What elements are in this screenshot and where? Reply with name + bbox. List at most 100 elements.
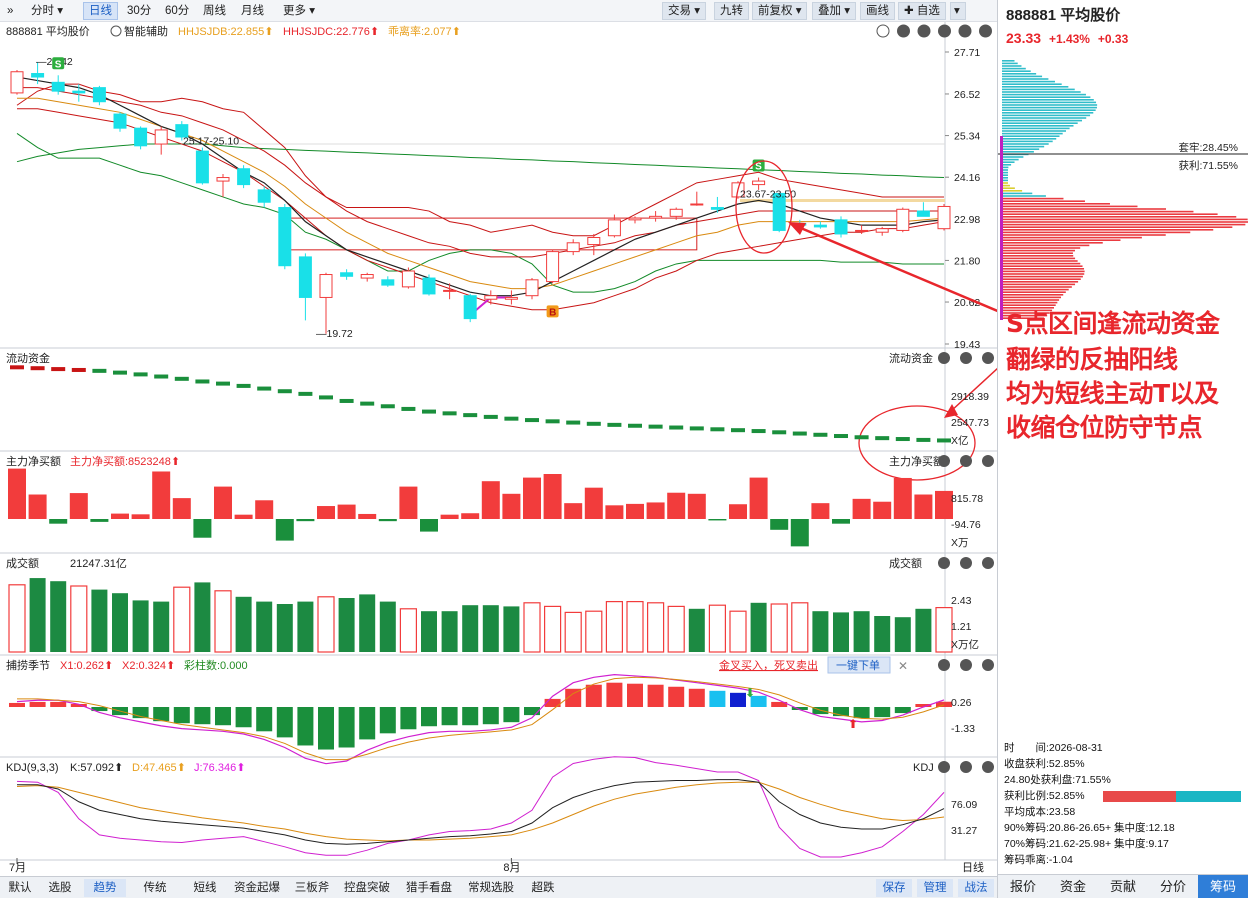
watchlist-button[interactable]: ✚ 自选 — [898, 2, 946, 20]
flow-segment — [133, 372, 148, 377]
strategy-tab-2[interactable]: 趋势 — [84, 879, 126, 897]
watchlist-dropdown-icon[interactable]: ▾ — [950, 2, 966, 20]
chip-row — [1002, 101, 1097, 104]
interval-daily[interactable]: 日线 — [83, 2, 118, 20]
panel-right-title: 流动资金 — [889, 351, 933, 365]
panel-help-icon[interactable] — [960, 659, 972, 671]
mainflow-bar — [543, 474, 562, 519]
close-icon[interactable] — [979, 24, 992, 38]
interval-60m[interactable]: 60分 — [160, 2, 194, 20]
capture-bar — [338, 707, 355, 748]
chip-row — [1002, 197, 1064, 200]
flow-segment — [751, 429, 766, 434]
flow-segment — [442, 411, 457, 416]
strategy-tab-4[interactable]: 短线 — [184, 879, 226, 897]
panel-close-icon[interactable] — [982, 761, 994, 773]
panel-settings-icon[interactable] — [938, 455, 950, 467]
capture-bar — [9, 702, 25, 707]
overlay-button[interactable]: 叠加 ▾ — [812, 2, 856, 20]
bottom-action-0[interactable]: 保存 — [876, 879, 912, 897]
right-tab-3[interactable]: 分价 — [1148, 875, 1198, 898]
chip-row — [1002, 221, 1248, 223]
kdj-legend-1: D:47.465⬆ — [132, 762, 186, 774]
right-tab-0[interactable]: 报价 — [998, 875, 1048, 898]
interval-weekly[interactable]: 周线 — [198, 2, 231, 20]
right-tab-1[interactable]: 资金 — [1048, 875, 1098, 898]
strategy-tab-6[interactable]: 三板斧 — [288, 879, 336, 897]
bottom-action-2[interactable]: 战法 — [958, 879, 994, 897]
chart-area: 888881 平均股价 智能辅助 HHJSJDB:22.855⬆ HHJSJDC:22… — [0, 22, 997, 874]
one-click-order-button[interactable]: 一键下单 — [827, 656, 891, 674]
chip-row — [1002, 161, 1015, 163]
strategy-tab-3[interactable]: 传统 — [134, 879, 176, 897]
turnover-bar — [812, 611, 829, 652]
panel-settings-icon[interactable] — [938, 352, 950, 364]
strategy-tab-8[interactable]: 猎手看盘 — [398, 879, 460, 897]
add-icon[interactable] — [897, 24, 910, 38]
price-value: 23.33 — [1006, 30, 1042, 46]
strategy-tab-5[interactable]: 资金起爆 — [226, 879, 288, 897]
jiuzhuan-button[interactable]: 九转 — [714, 2, 749, 20]
annotation-line-1: S点区间逢流动资金 — [1006, 309, 1220, 338]
panel-settings-icon[interactable] — [938, 761, 950, 773]
mainflow-bar — [296, 519, 315, 522]
mainflow-bar — [255, 500, 274, 519]
candle — [813, 221, 827, 229]
interval-fenshi[interactable]: 分时 ▾ — [26, 2, 68, 20]
capture-bar — [709, 690, 726, 707]
chip-row — [1002, 138, 1057, 140]
capture-bar — [627, 683, 643, 707]
mainflow-bar — [626, 503, 644, 519]
interval-30m[interactable]: 30分 — [122, 2, 156, 20]
right-panel: 888881 平均股价 23.33 +1.43% +0.33 套牢:28.45%… — [997, 0, 1248, 898]
panel-settings-icon[interactable] — [938, 557, 950, 569]
strategy-tab-1[interactable]: 选股 — [44, 879, 76, 897]
stat-1: 收盘获利:52.85% — [1004, 758, 1085, 770]
flow-segment — [92, 368, 107, 373]
capture-bar — [606, 682, 623, 707]
x-label: 7月 — [9, 862, 26, 874]
strategy-tab-9[interactable]: 常规选股 — [460, 879, 522, 897]
mainflow-bar — [358, 513, 377, 519]
chip-row — [1002, 78, 1049, 80]
candle — [834, 216, 848, 238]
panel-close-icon[interactable] — [982, 352, 994, 364]
strategy-tab-0[interactable]: 默认 — [4, 879, 36, 897]
chip-row — [1002, 257, 1076, 260]
candle-body — [607, 219, 621, 237]
settings-icon-shape — [938, 455, 950, 467]
help-icon[interactable] — [958, 24, 972, 38]
minus-icon[interactable] — [917, 24, 931, 38]
panel-close-icon[interactable] — [982, 557, 994, 569]
capture-bar — [503, 707, 520, 723]
strategy-tab-10[interactable]: 超跌 — [522, 879, 564, 897]
panel-help-icon[interactable] — [960, 557, 972, 569]
candle — [587, 233, 601, 256]
flow-segment — [586, 421, 601, 426]
bottom-action-1[interactable]: 管理 — [917, 879, 953, 897]
adjust-button[interactable]: 前复权 ▾ — [752, 2, 808, 20]
right-tab-4[interactable]: 筹码 — [1198, 875, 1248, 898]
chip-row — [1002, 184, 1010, 187]
draw-button[interactable]: 画线 — [860, 2, 895, 20]
candle-body — [72, 90, 86, 94]
refresh-icon[interactable] — [876, 24, 890, 38]
stat-profit-ratio: 获利比例:52.85% — [1004, 788, 1241, 804]
interval-more[interactable]: 更多 ▾ — [278, 2, 320, 20]
panel-help-icon[interactable] — [960, 455, 972, 467]
candle-body — [855, 229, 869, 232]
settings-icon[interactable] — [938, 24, 951, 38]
panel-close-icon[interactable] — [982, 455, 994, 467]
interval-monthly[interactable]: 月线 — [236, 2, 269, 20]
chip-row — [1002, 278, 1081, 280]
panel-help-icon[interactable] — [960, 352, 972, 364]
trade-button[interactable]: 交易 ▾ — [662, 2, 706, 20]
panel-settings-icon[interactable] — [938, 659, 950, 671]
right-tab-2[interactable]: 贡献 — [1098, 875, 1148, 898]
panel-close-icon[interactable] — [982, 659, 994, 671]
strategy-tab-7[interactable]: 控盘突破 — [336, 879, 398, 897]
panel-help-icon[interactable] — [960, 761, 972, 773]
settings-icon-shape — [938, 352, 950, 364]
expand-icon[interactable]: » — [2, 2, 18, 20]
price-quote: 23.33 +1.43% +0.33 — [1006, 30, 1128, 46]
